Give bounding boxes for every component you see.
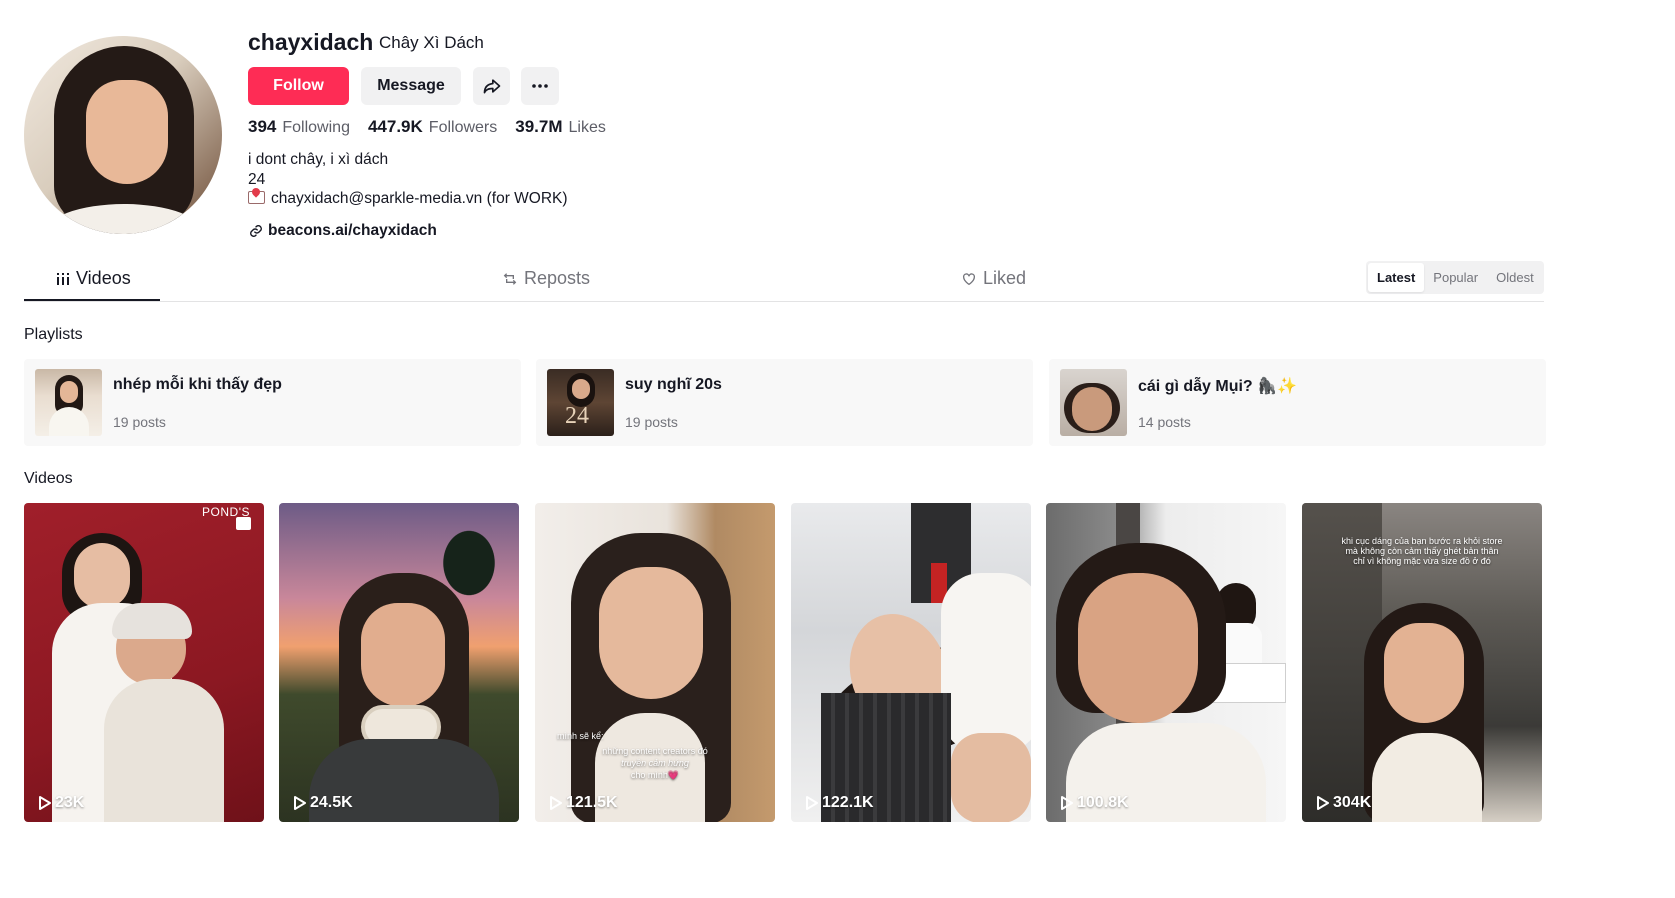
stat-label: Likes bbox=[568, 119, 606, 136]
video-card[interactable]: mình sẽ kể: những content creators đó tr… bbox=[535, 503, 775, 822]
sort-oldest[interactable]: Oldest bbox=[1487, 263, 1543, 292]
video-card[interactable]: khi cục dáng của bạn bước ra khỏi store … bbox=[1302, 503, 1542, 822]
share-button[interactable] bbox=[473, 67, 510, 105]
more-options-button[interactable] bbox=[521, 67, 559, 105]
profile-link-text: beacons.ai/chayxidach bbox=[268, 222, 437, 239]
video-caption: cho mình💗 bbox=[630, 770, 680, 780]
view-count-text: 24.5K bbox=[310, 794, 353, 811]
follow-button[interactable]: Follow bbox=[248, 67, 349, 105]
stat-value: 39.7M bbox=[515, 117, 563, 136]
playlists-heading: Playlists bbox=[24, 326, 83, 343]
view-count-text: 23K bbox=[55, 794, 85, 811]
playlist-title: nhép mỗi khi thấy đẹp bbox=[113, 376, 282, 393]
stat-value: 447.9K bbox=[367, 117, 423, 136]
playlist-count: 14 posts bbox=[1138, 414, 1191, 430]
view-count-text: 100.8K bbox=[1077, 794, 1129, 811]
share-icon bbox=[483, 79, 500, 94]
link-icon bbox=[250, 225, 262, 237]
video-caption: truyền cảm hứng bbox=[621, 758, 689, 768]
ellipsis-icon bbox=[532, 84, 548, 88]
stat-label: Following bbox=[282, 119, 350, 136]
playlist-thumbnail bbox=[1060, 369, 1127, 436]
playlist-count: 19 posts bbox=[625, 414, 678, 430]
bio-email: chayxidach@sparkle-media.vn (for WORK) bbox=[271, 190, 568, 207]
stat-value: 394 bbox=[248, 117, 277, 136]
view-count: 23K bbox=[39, 794, 84, 812]
sort-selector: Latest Popular Oldest bbox=[1366, 261, 1544, 294]
view-count-text: 304K bbox=[1333, 794, 1372, 811]
view-count: 304K bbox=[1317, 794, 1371, 812]
profile-nickname: Chây Xì Dách bbox=[379, 33, 484, 52]
view-count: 100.8K bbox=[1061, 794, 1129, 812]
video-card[interactable]: 24.5K bbox=[279, 503, 519, 822]
profile-bio: i dont chây, i xì dách 24 chayxidach@spa… bbox=[248, 150, 568, 209]
repost-icon bbox=[503, 272, 517, 285]
tab-videos[interactable]: Videos bbox=[56, 268, 131, 289]
profile-tabs: Videos Reposts Liked bbox=[24, 258, 1544, 302]
video-card[interactable]: 122.1K bbox=[791, 503, 1031, 822]
stat-following[interactable]: 394 Following bbox=[248, 117, 350, 137]
bio-line: i dont chây, i xì dách bbox=[248, 151, 389, 168]
profile-username: chayxidach bbox=[248, 29, 374, 55]
profile-avatar[interactable] bbox=[24, 36, 222, 234]
heart-lock-icon bbox=[963, 272, 975, 285]
play-icon bbox=[550, 796, 562, 810]
playlist-title: suy nghĩ 20s bbox=[625, 376, 722, 393]
video-caption: những content creators đó bbox=[602, 746, 708, 756]
video-card[interactable]: POND'S 23K bbox=[24, 503, 264, 822]
play-icon bbox=[39, 796, 51, 810]
play-icon bbox=[806, 796, 818, 810]
playlist-thumbnail: 24 bbox=[547, 369, 614, 436]
sort-latest[interactable]: Latest bbox=[1368, 263, 1425, 292]
view-count: 24.5K bbox=[294, 794, 353, 812]
view-count: 122.1K bbox=[806, 794, 874, 812]
video-card[interactable]: 100.8K bbox=[1046, 503, 1286, 822]
play-icon bbox=[294, 796, 306, 810]
envelope-icon bbox=[248, 191, 265, 204]
view-count-text: 122.1K bbox=[822, 794, 874, 811]
view-count: 121.5K bbox=[550, 794, 618, 812]
play-icon bbox=[1317, 796, 1329, 810]
bio-email-line: chayxidach@sparkle-media.vn (for WORK) bbox=[248, 189, 568, 209]
tab-label: Liked bbox=[983, 268, 1027, 288]
playlist-count: 19 posts bbox=[113, 414, 166, 430]
tab-label: Videos bbox=[76, 268, 131, 288]
bio-line: 24 bbox=[248, 170, 266, 188]
profile-stats: 394 Following 447.9K Followers 39.7M Likes bbox=[248, 117, 606, 137]
tab-reposts[interactable]: Reposts bbox=[502, 268, 590, 289]
video-caption: mình sẽ kể: bbox=[557, 731, 604, 741]
stat-followers[interactable]: 447.9K Followers bbox=[368, 117, 497, 137]
photo-mode-icon bbox=[236, 517, 251, 530]
stat-label: Followers bbox=[428, 119, 498, 136]
play-icon bbox=[1061, 796, 1073, 810]
tab-liked[interactable]: Liked bbox=[961, 268, 1026, 289]
playlist-thumbnail bbox=[35, 369, 102, 436]
playlist-title: cái gì dẫy Mụi? 🦍✨ bbox=[1138, 378, 1297, 395]
playlist-card[interactable]: cái gì dẫy Mụi? 🦍✨ 14 posts bbox=[1049, 359, 1546, 446]
playlist-card[interactable]: 24 suy nghĩ 20s 19 posts bbox=[536, 359, 1033, 446]
grid-icon bbox=[57, 272, 69, 285]
stat-likes: 39.7M Likes bbox=[515, 117, 606, 137]
active-tab-indicator bbox=[24, 299, 160, 301]
tab-label: Reposts bbox=[524, 268, 591, 288]
message-button[interactable]: Message bbox=[361, 67, 461, 105]
view-count-text: 121.5K bbox=[566, 794, 618, 811]
videos-heading: Videos bbox=[24, 470, 73, 487]
playlist-card[interactable]: nhép mỗi khi thấy đẹp 19 posts bbox=[24, 359, 521, 446]
video-caption: chỉ vì không mặc vừa size đồ ở đó bbox=[1353, 556, 1491, 566]
profile-link[interactable]: beacons.ai/chayxidach bbox=[249, 222, 437, 240]
sort-popular[interactable]: Popular bbox=[1424, 263, 1487, 292]
